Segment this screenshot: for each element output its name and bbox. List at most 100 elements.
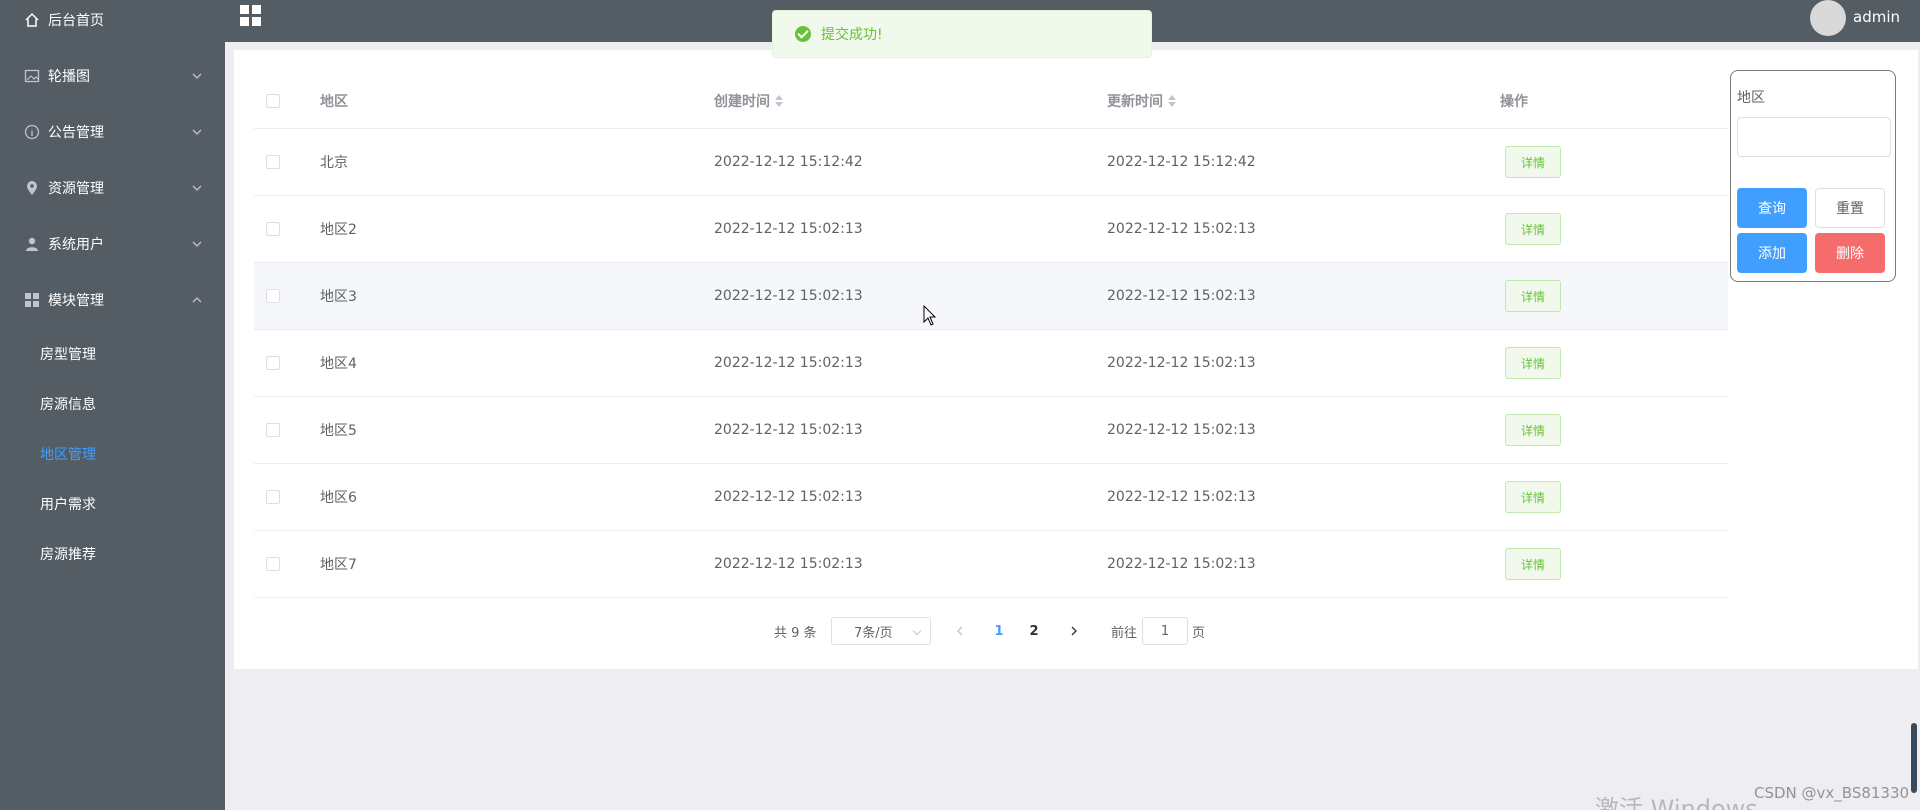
sidebar-item-home[interactable]: 后台首页 bbox=[0, 0, 225, 48]
add-button[interactable]: 添加 bbox=[1737, 233, 1807, 273]
table-row: 地区5 2022-12-12 15:02:13 2022-12-12 15:02… bbox=[254, 397, 1728, 464]
region-filter-label: 地区 bbox=[1737, 90, 1765, 106]
avatar[interactable] bbox=[1810, 0, 1846, 36]
detail-button[interactable]: 详情 bbox=[1505, 280, 1561, 312]
cell-updated: 2022-12-12 15:12:42 bbox=[1107, 154, 1256, 170]
success-check-icon bbox=[795, 26, 811, 42]
table-row: 地区6 2022-12-12 15:02:13 2022-12-12 15:02… bbox=[254, 464, 1728, 531]
chevron-down-icon bbox=[192, 129, 202, 135]
sidebar-subitem-label: 地区管理 bbox=[40, 447, 96, 463]
region-filter-input[interactable] bbox=[1737, 117, 1891, 157]
row-checkbox[interactable] bbox=[266, 423, 280, 437]
table-row: 地区3 2022-12-12 15:02:13 2022-12-12 15:02… bbox=[254, 263, 1728, 330]
sidebar-item-carousel[interactable]: 轮播图 bbox=[0, 48, 225, 104]
cell-region: 地区4 bbox=[320, 356, 357, 372]
sidebar-item-resources[interactable]: 资源管理 bbox=[0, 160, 225, 216]
cell-created: 2022-12-12 15:02:13 bbox=[714, 221, 863, 237]
row-checkbox[interactable] bbox=[266, 289, 280, 303]
cell-region: 地区3 bbox=[320, 289, 357, 305]
sidebar-subitem-label: 房源信息 bbox=[40, 397, 96, 413]
picture-icon bbox=[24, 68, 40, 84]
user-icon bbox=[24, 236, 40, 252]
reset-button[interactable]: 重置 bbox=[1815, 188, 1885, 228]
table-row: 地区7 2022-12-12 15:02:13 2022-12-12 15:02… bbox=[254, 531, 1728, 598]
chevron-right-icon bbox=[1071, 626, 1077, 636]
cell-updated: 2022-12-12 15:02:13 bbox=[1107, 355, 1256, 371]
page-size-select[interactable]: 7条/页 bbox=[831, 617, 931, 645]
cell-created: 2022-12-12 15:02:13 bbox=[714, 422, 863, 438]
delete-button[interactable]: 删除 bbox=[1815, 233, 1885, 273]
csdn-credit: CSDN @vx_BS81330 bbox=[1754, 784, 1910, 802]
cell-updated: 2022-12-12 15:02:13 bbox=[1107, 489, 1256, 505]
row-checkbox[interactable] bbox=[266, 490, 280, 504]
table-header: 地区 创建时间 更新时间 操作 bbox=[254, 73, 1728, 129]
detail-button[interactable]: 详情 bbox=[1505, 548, 1561, 580]
cell-region: 地区6 bbox=[320, 490, 357, 506]
mouse-cursor-icon bbox=[923, 305, 937, 326]
column-header-label: 创建时间 bbox=[714, 93, 770, 110]
select-all-checkbox[interactable] bbox=[266, 93, 280, 108]
detail-button[interactable]: 详情 bbox=[1505, 481, 1561, 513]
row-checkbox[interactable] bbox=[266, 557, 280, 571]
page-number-1[interactable]: 1 bbox=[984, 617, 1014, 645]
cell-region: 北京 bbox=[320, 155, 348, 171]
detail-button[interactable]: 详情 bbox=[1505, 146, 1561, 178]
scroll-handle[interactable] bbox=[1911, 723, 1917, 793]
column-header-actions: 操作 bbox=[1500, 93, 1528, 110]
grid-icon bbox=[24, 292, 40, 308]
user-name[interactable]: admin bbox=[1853, 8, 1900, 26]
goto-prefix: 前往 bbox=[1111, 625, 1138, 641]
cell-updated: 2022-12-12 15:02:13 bbox=[1107, 221, 1256, 237]
cell-updated: 2022-12-12 15:02:13 bbox=[1107, 422, 1256, 438]
sidebar-item-label: 公告管理 bbox=[48, 125, 104, 141]
sidebar-subitem-room-types[interactable]: 房型管理 bbox=[0, 329, 225, 379]
sidebar-item-modules[interactable]: 模块管理 bbox=[0, 272, 225, 328]
column-header-created[interactable]: 创建时间 bbox=[714, 73, 783, 128]
next-page-button[interactable] bbox=[1066, 617, 1082, 645]
goto-page-input[interactable]: 1 bbox=[1142, 617, 1188, 645]
toast-message: 提交成功! bbox=[821, 27, 883, 43]
prev-page-button[interactable] bbox=[952, 617, 968, 645]
success-toast: 提交成功! bbox=[772, 10, 1152, 58]
sidebar-subitem-regions[interactable]: 地区管理 bbox=[0, 429, 225, 479]
cell-region: 地区7 bbox=[320, 557, 357, 573]
column-header-label: 更新时间 bbox=[1107, 93, 1163, 110]
pagination-total: 共 9 条 bbox=[774, 625, 817, 641]
row-checkbox[interactable] bbox=[266, 155, 280, 169]
query-button[interactable]: 查询 bbox=[1737, 188, 1807, 228]
detail-button[interactable]: 详情 bbox=[1505, 414, 1561, 446]
sidebar-subitem-listings[interactable]: 房源信息 bbox=[0, 379, 225, 429]
sidebar-subitem-user-needs[interactable]: 用户需求 bbox=[0, 479, 225, 529]
row-checkbox[interactable] bbox=[266, 356, 280, 370]
chevron-down-icon bbox=[192, 73, 202, 79]
column-header-region: 地区 bbox=[320, 93, 348, 110]
sidebar-item-label: 模块管理 bbox=[48, 293, 104, 309]
page-size-value: 7条/页 bbox=[854, 625, 893, 641]
home-icon bbox=[24, 12, 40, 28]
cell-created: 2022-12-12 15:02:13 bbox=[714, 489, 863, 505]
detail-button[interactable]: 详情 bbox=[1505, 347, 1561, 379]
info-icon bbox=[24, 124, 40, 140]
chevron-down-icon bbox=[192, 241, 202, 247]
cell-updated: 2022-12-12 15:02:13 bbox=[1107, 556, 1256, 572]
sidebar-item-label: 资源管理 bbox=[48, 181, 104, 197]
cell-updated: 2022-12-12 15:02:13 bbox=[1107, 288, 1256, 304]
sidebar-subitem-recommend[interactable]: 房源推荐 bbox=[0, 529, 225, 579]
sidebar-item-users[interactable]: 系统用户 bbox=[0, 216, 225, 272]
sort-icon[interactable] bbox=[1168, 94, 1176, 107]
search-panel: 地区 查询 重置 添加 删除 bbox=[1730, 70, 1896, 282]
menu-grid-icon[interactable] bbox=[239, 4, 263, 28]
cell-region: 地区5 bbox=[320, 423, 357, 439]
column-header-updated[interactable]: 更新时间 bbox=[1107, 73, 1176, 128]
chevron-down-icon bbox=[912, 626, 922, 636]
row-checkbox[interactable] bbox=[266, 222, 280, 236]
table-row: 北京 2022-12-12 15:12:42 2022-12-12 15:12:… bbox=[254, 129, 1728, 196]
detail-button[interactable]: 详情 bbox=[1505, 213, 1561, 245]
cell-created: 2022-12-12 15:02:13 bbox=[714, 288, 863, 304]
pagination: 共 9 条 7条/页 1 2 前往 1 页 bbox=[0, 617, 1920, 645]
sidebar-item-notice[interactable]: 公告管理 bbox=[0, 104, 225, 160]
sort-icon[interactable] bbox=[775, 94, 783, 107]
sidebar-subitem-label: 用户需求 bbox=[40, 497, 96, 513]
windows-activation-watermark: 激活 Windows bbox=[1595, 795, 1758, 810]
page-number-2[interactable]: 2 bbox=[1019, 617, 1049, 645]
